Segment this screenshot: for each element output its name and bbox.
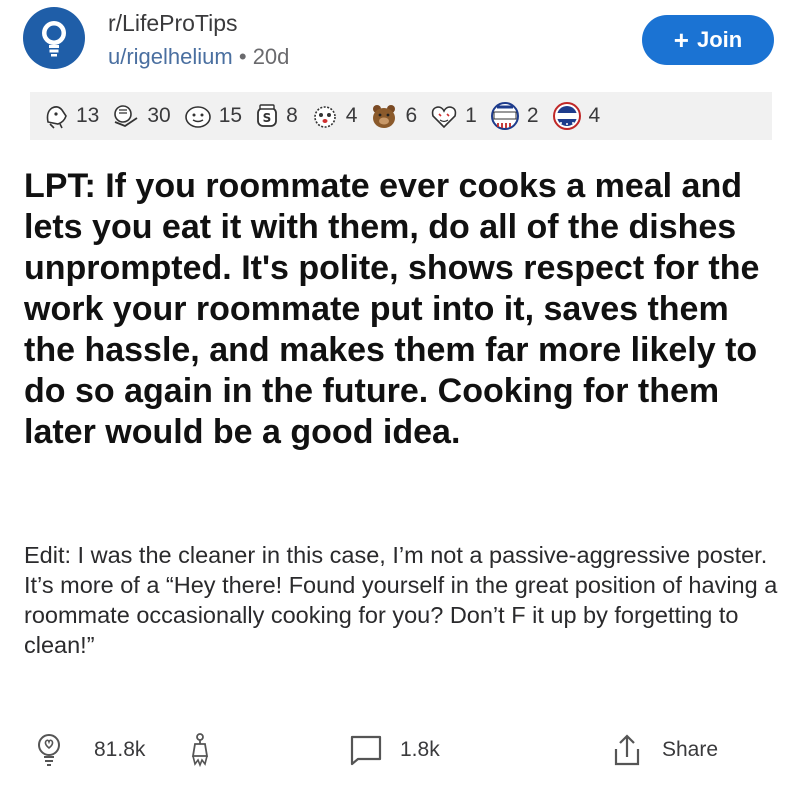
award-item[interactable]: 1 — [429, 102, 477, 130]
award-item[interactable]: 6 — [369, 102, 417, 130]
wholesome-seal-icon — [46, 106, 67, 129]
post-age: 20d — [252, 44, 290, 69]
plus-icon: + — [673, 24, 689, 55]
award-count: 1 — [465, 104, 477, 127]
join-label: Join — [696, 27, 743, 52]
upvote-button[interactable]: 81.8k — [34, 730, 145, 770]
award-count: 13 — [76, 104, 100, 127]
voted-pin-icon — [490, 102, 519, 130]
bear-award-icon — [373, 105, 396, 128]
author-username[interactable]: u/rigelhelium — [108, 44, 233, 69]
award-count: 4 — [588, 104, 601, 127]
post-actions: 81.8k 1.8k Share — [0, 730, 800, 770]
award-count: 2 — [526, 104, 539, 127]
post-meta: u/rigelhelium • 20d — [108, 44, 289, 70]
award-count: 30 — [147, 104, 171, 127]
share-icon — [612, 733, 642, 767]
subreddit-name[interactable]: r/LifeProTips — [108, 10, 238, 37]
award-item[interactable]: 4 — [310, 102, 358, 130]
hug-icon — [114, 105, 138, 128]
award-trophy-icon — [186, 732, 214, 768]
comment-bubble-icon — [348, 733, 384, 767]
award-item[interactable]: 15 — [183, 102, 242, 130]
subreddit-avatar[interactable] — [23, 7, 85, 69]
award-item[interactable]: 2 — [489, 101, 539, 131]
shocked-face-icon — [313, 106, 336, 128]
post-header: r/LifeProTips u/rigelhelium • 20d + Join — [0, 0, 800, 92]
heart-eyes-icon — [431, 106, 457, 129]
comment-count: 1.8k — [400, 738, 440, 761]
award-count: 6 — [405, 104, 418, 127]
upvote-count: 81.8k — [94, 738, 146, 761]
share-button[interactable]: Share — [612, 730, 718, 770]
awards-bar[interactable]: 13 30 15 S 8 4 6 1 2 4 — [30, 92, 772, 140]
award-item[interactable]: 30 — [111, 102, 171, 130]
comments-button[interactable]: 1.8k — [348, 730, 440, 770]
meta-separator: • — [238, 44, 247, 69]
award-item[interactable]: S 8 — [254, 102, 298, 130]
award-item[interactable]: 4 — [551, 101, 601, 131]
svg-text:S: S — [263, 111, 272, 125]
face-award-icon — [184, 106, 211, 128]
award-count: 4 — [345, 104, 358, 127]
jar-award-icon: S — [257, 104, 277, 127]
join-button[interactable]: + Join — [642, 15, 774, 65]
award-button[interactable] — [186, 730, 214, 770]
post-title: LPT: If you roommate ever cooks a meal a… — [24, 167, 760, 451]
lightbulb-icon — [42, 21, 66, 57]
award-item[interactable]: 13 — [42, 102, 99, 130]
share-label: Share — [662, 738, 719, 761]
award-count: 15 — [218, 104, 243, 127]
post-body-edit: Edit: I was the cleaner in this case, I’… — [24, 542, 778, 658]
vote-badge-icon — [552, 102, 581, 130]
award-count: 8 — [286, 104, 298, 127]
upvote-lightbulb-icon — [34, 732, 64, 768]
